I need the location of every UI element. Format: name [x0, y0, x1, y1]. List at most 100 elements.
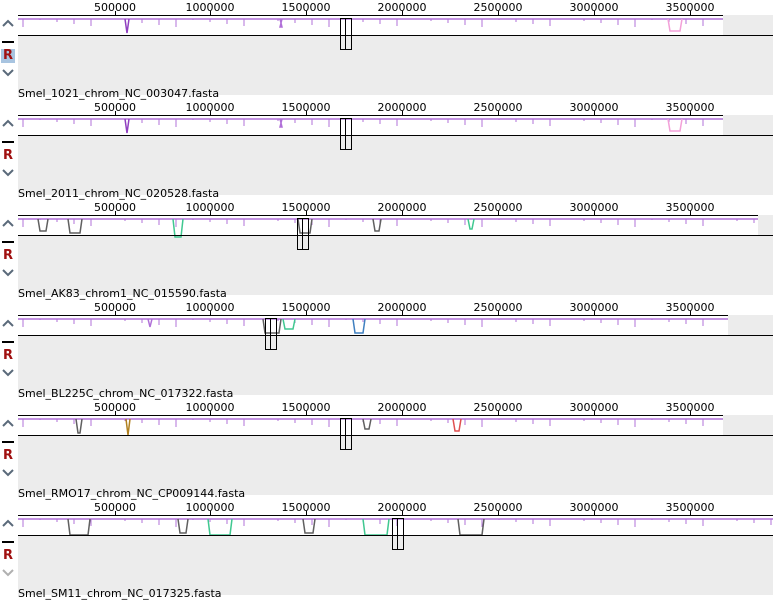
move-up-icon[interactable] [1, 519, 15, 527]
position-cursor[interactable] [340, 118, 352, 150]
collapse-minus-button[interactable] [2, 441, 14, 443]
ruler-tick [594, 311, 595, 315]
position-cursor[interactable] [392, 518, 404, 550]
ruler-tick [690, 511, 691, 515]
ruler-tick [210, 111, 211, 115]
center-line [18, 135, 773, 136]
profile-dip [125, 418, 131, 436]
profile-dip [124, 18, 130, 34]
ruler-tick [115, 211, 116, 215]
ruler-tick [690, 111, 691, 115]
profile-dip [467, 218, 475, 230]
reverse-button[interactable]: R [1, 349, 15, 363]
profile-dip [457, 518, 485, 536]
profile-dip [362, 518, 390, 536]
collapse-minus-button[interactable] [2, 41, 14, 43]
ruler-tick [210, 11, 211, 15]
ruler-tick [306, 11, 307, 15]
ruler-tick [306, 111, 307, 115]
ruler-tick [402, 411, 403, 415]
profile-dip [67, 218, 83, 234]
ruler-tick [115, 11, 116, 15]
sequence-panel: 500000 1000000 1500000 2000000 2500000 300000… [0, 100, 773, 200]
profile-dip [177, 518, 189, 534]
reverse-button[interactable]: R [1, 249, 15, 263]
panel-controls: R [0, 219, 16, 283]
ruler-tick [115, 511, 116, 515]
ruler-tick [498, 311, 499, 315]
coordinate-ruler: 500000 1000000 1500000 2000000 2500000 300000… [18, 400, 723, 416]
coordinate-ruler: 500000 1000000 1500000 2000000 2500000 300000… [18, 0, 723, 16]
ruler-tick [690, 211, 691, 215]
position-cursor[interactable] [340, 18, 352, 50]
position-cursor[interactable] [265, 318, 277, 350]
coordinate-ruler: 500000 1000000 1500000 2000000 2500000 300000… [18, 100, 723, 116]
ruler-tick [594, 11, 595, 15]
move-up-icon[interactable] [1, 319, 15, 327]
sequence-name-label: Smel_1021_chrom_NC_003047.fasta [18, 87, 220, 100]
ruler-tick [498, 411, 499, 415]
move-up-icon[interactable] [1, 419, 15, 427]
profile-dip [147, 318, 153, 328]
coordinate-ruler: 500000 1000000 1500000 2000000 2500000 300000… [18, 500, 773, 516]
ruler-tick [402, 111, 403, 115]
move-up-icon[interactable] [1, 219, 15, 227]
move-down-icon[interactable] [1, 269, 15, 277]
panel-controls: R [0, 119, 16, 183]
ruler-tick [498, 11, 499, 15]
profile-dip [667, 18, 683, 32]
ruler-tick [498, 211, 499, 215]
profile-dip [124, 118, 130, 134]
profile-dip [37, 218, 49, 232]
panel-controls: R [0, 419, 16, 483]
profile-dip [452, 418, 462, 432]
ruler-tick [594, 211, 595, 215]
collapse-minus-button[interactable] [2, 341, 14, 343]
ruler-tick [402, 311, 403, 315]
ruler-tick [115, 411, 116, 415]
sequence-panel: 500000 1000000 1500000 2000000 2500000 300000… [0, 300, 773, 400]
panel-controls: R [0, 319, 16, 383]
ruler-tick [594, 111, 595, 115]
sequence-panel: 500000 1000000 1500000 2000000 2500000 300000… [0, 500, 773, 600]
profile-dip [302, 518, 316, 534]
ruler-tick [210, 411, 211, 415]
move-down-icon[interactable] [1, 369, 15, 377]
ruler-tick [210, 211, 211, 215]
collapse-minus-button[interactable] [2, 241, 14, 243]
panel-controls: R [0, 19, 16, 83]
center-line [18, 35, 773, 36]
move-down-icon[interactable] [1, 469, 15, 477]
ruler-tick [498, 111, 499, 115]
coordinate-ruler: 500000 1000000 1500000 2000000 2500000 300000… [18, 300, 728, 316]
center-line [18, 335, 773, 336]
ruler-tick [690, 411, 691, 415]
reverse-button[interactable]: R [1, 49, 15, 63]
ruler-tick [306, 411, 307, 415]
move-up-icon[interactable] [1, 119, 15, 127]
reverse-button[interactable]: R [1, 449, 15, 463]
profile-dip [67, 518, 91, 536]
ruler-tick [402, 511, 403, 515]
profile-dip [279, 18, 283, 28]
collapse-minus-button[interactable] [2, 541, 14, 543]
profile-dip [282, 318, 296, 330]
reverse-button[interactable]: R [1, 549, 15, 563]
ruler-tick [690, 11, 691, 15]
reverse-button[interactable]: R [1, 149, 15, 163]
profile-dip [667, 118, 683, 132]
collapse-minus-button[interactable] [2, 141, 14, 143]
profile-dip [279, 118, 283, 128]
center-line [18, 235, 773, 236]
move-up-icon[interactable] [1, 19, 15, 27]
position-cursor[interactable] [297, 218, 309, 250]
profile-dip [362, 418, 372, 430]
move-down-icon[interactable] [1, 569, 15, 577]
position-cursor[interactable] [340, 418, 352, 450]
ruler-tick [210, 511, 211, 515]
move-down-icon[interactable] [1, 169, 15, 177]
move-down-icon[interactable] [1, 69, 15, 77]
ruler-tick [690, 311, 691, 315]
sequence-name-label: Smel_AK83_chrom1_NC_015590.fasta [18, 287, 227, 300]
sequence-name-label: Smel_RMO17_chrom_NC_CP009144.fasta [18, 487, 246, 500]
